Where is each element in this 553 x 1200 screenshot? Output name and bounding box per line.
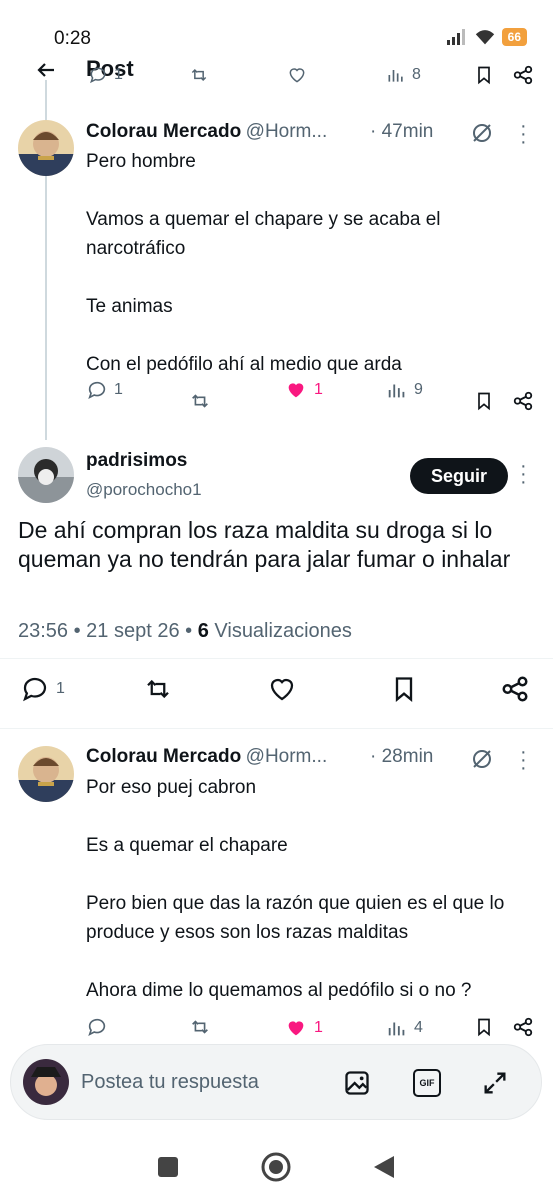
top-views-action[interactable]: 8 — [386, 65, 421, 85]
user-avatar-icon — [23, 1059, 69, 1105]
home-icon[interactable] — [260, 1151, 292, 1183]
views-action[interactable]: 9 — [386, 379, 423, 401]
like-count: 1 — [314, 1019, 323, 1036]
image-icon[interactable] — [343, 1069, 371, 1097]
bookmark-icon[interactable] — [474, 1016, 494, 1038]
reply-icon[interactable] — [86, 1016, 108, 1038]
like-action[interactable]: 1 — [284, 1017, 323, 1039]
expand-icon[interactable] — [481, 1069, 509, 1097]
post-time: · 47min — [370, 121, 434, 142]
back-arrow-icon[interactable] — [34, 58, 58, 82]
avatar[interactable] — [18, 120, 74, 176]
reply-input[interactable]: Postea tu respuesta — [81, 1071, 259, 1094]
like-icon[interactable] — [266, 674, 298, 704]
share-icon[interactable] — [512, 1016, 534, 1038]
views-count: 9 — [414, 381, 423, 398]
repost-icon[interactable] — [142, 674, 174, 704]
bookmark-icon[interactable] — [474, 390, 494, 412]
author-handle[interactable]: @porochocho1 — [86, 480, 202, 500]
more-options-icon[interactable]: · · · — [520, 456, 527, 492]
recents-icon[interactable] — [158, 1157, 178, 1177]
bookmark-icon[interactable] — [390, 674, 418, 704]
share-icon[interactable] — [512, 390, 534, 412]
repost-icon[interactable] — [188, 65, 210, 85]
status-icons: 66 — [446, 28, 527, 46]
views-icon — [388, 70, 403, 82]
like-action[interactable]: 1 — [284, 379, 323, 401]
system-nav-bar — [0, 1130, 553, 1200]
repost-icon[interactable] — [188, 390, 212, 412]
reply-action[interactable]: 1 — [86, 379, 123, 401]
tweet2-actions: 1 4 — [86, 1016, 536, 1040]
main-post-text: De ahí compran los raza maldita su droga… — [18, 517, 511, 572]
tweet2-header: Colorau Mercado @Horm... — [86, 746, 327, 768]
post-text: Pero hombre Vamos a quemar el chapare y … — [86, 151, 441, 375]
post-datetime: 23:56 • 21 sept 26 • — [18, 620, 193, 642]
views-count: 4 — [414, 1019, 423, 1036]
like-count: 1 — [314, 381, 323, 398]
tweet1-header: Colorau Mercado @Horm... — [86, 121, 327, 143]
liked-heart-icon — [288, 383, 304, 398]
share-icon[interactable] — [512, 64, 534, 86]
gif-icon[interactable]: GIF — [413, 1069, 441, 1097]
author-handle[interactable]: @Horm... — [246, 121, 328, 142]
reply-action[interactable]: 1 — [20, 674, 65, 704]
views-number: 6 — [197, 620, 209, 642]
post-meta: 23:56 • 21 sept 26 • 6 Visualizaciones — [18, 620, 352, 643]
bookmark-icon[interactable] — [474, 64, 494, 86]
reply-count: 1 — [114, 381, 123, 398]
more-options-icon[interactable]: · · · — [520, 742, 527, 778]
signal-icon — [446, 29, 465, 45]
top-reply-count: 1 — [114, 66, 123, 83]
post-text: Por eso puej cabron Es a quemar el chapa… — [86, 777, 505, 1001]
author-name[interactable]: Colorau Mercado — [86, 746, 241, 767]
like-icon[interactable] — [286, 65, 308, 85]
wifi-icon — [475, 30, 494, 45]
views-action[interactable]: 4 — [386, 1017, 423, 1039]
main-actions: 1 — [20, 672, 540, 706]
reply-composer[interactable]: Postea tu respuesta GIF — [10, 1044, 542, 1120]
author-name[interactable]: padrisimos — [86, 450, 187, 472]
views-icon — [388, 384, 405, 398]
avatar[interactable] — [18, 746, 74, 802]
portrait-avatar-icon — [18, 120, 74, 176]
top-header: Post 1 8 — [0, 56, 553, 86]
post-time: · 28min — [370, 746, 434, 767]
divider — [0, 658, 553, 659]
top-views-count: 8 — [412, 66, 421, 83]
repost-icon[interactable] — [188, 1016, 212, 1038]
status-time: 0:28 — [54, 28, 91, 49]
reply-icon — [23, 677, 47, 702]
divider — [0, 728, 553, 729]
grok-icon[interactable] — [470, 121, 494, 145]
portrait-avatar-icon — [18, 746, 74, 802]
photo-avatar-icon — [18, 447, 74, 503]
avatar — [23, 1059, 69, 1105]
battery-indicator: 66 — [501, 28, 527, 46]
share-icon[interactable] — [500, 674, 530, 704]
grok-icon[interactable] — [470, 747, 494, 771]
more-options-icon[interactable]: · · · — [520, 116, 527, 152]
views-icon — [388, 1022, 405, 1036]
author-handle[interactable]: @Horm... — [246, 746, 328, 767]
views-label[interactable]: Visualizaciones — [214, 620, 352, 642]
reply-icon — [90, 67, 106, 84]
liked-heart-icon — [288, 1021, 304, 1036]
avatar[interactable] — [18, 447, 74, 503]
top-reply-action[interactable]: 1 — [88, 65, 123, 85]
reply-count: 1 — [56, 680, 65, 697]
reply-icon — [88, 381, 106, 399]
author-name[interactable]: Colorau Mercado — [86, 121, 241, 142]
back-icon[interactable] — [372, 1154, 396, 1180]
follow-button[interactable]: Seguir — [410, 458, 508, 494]
